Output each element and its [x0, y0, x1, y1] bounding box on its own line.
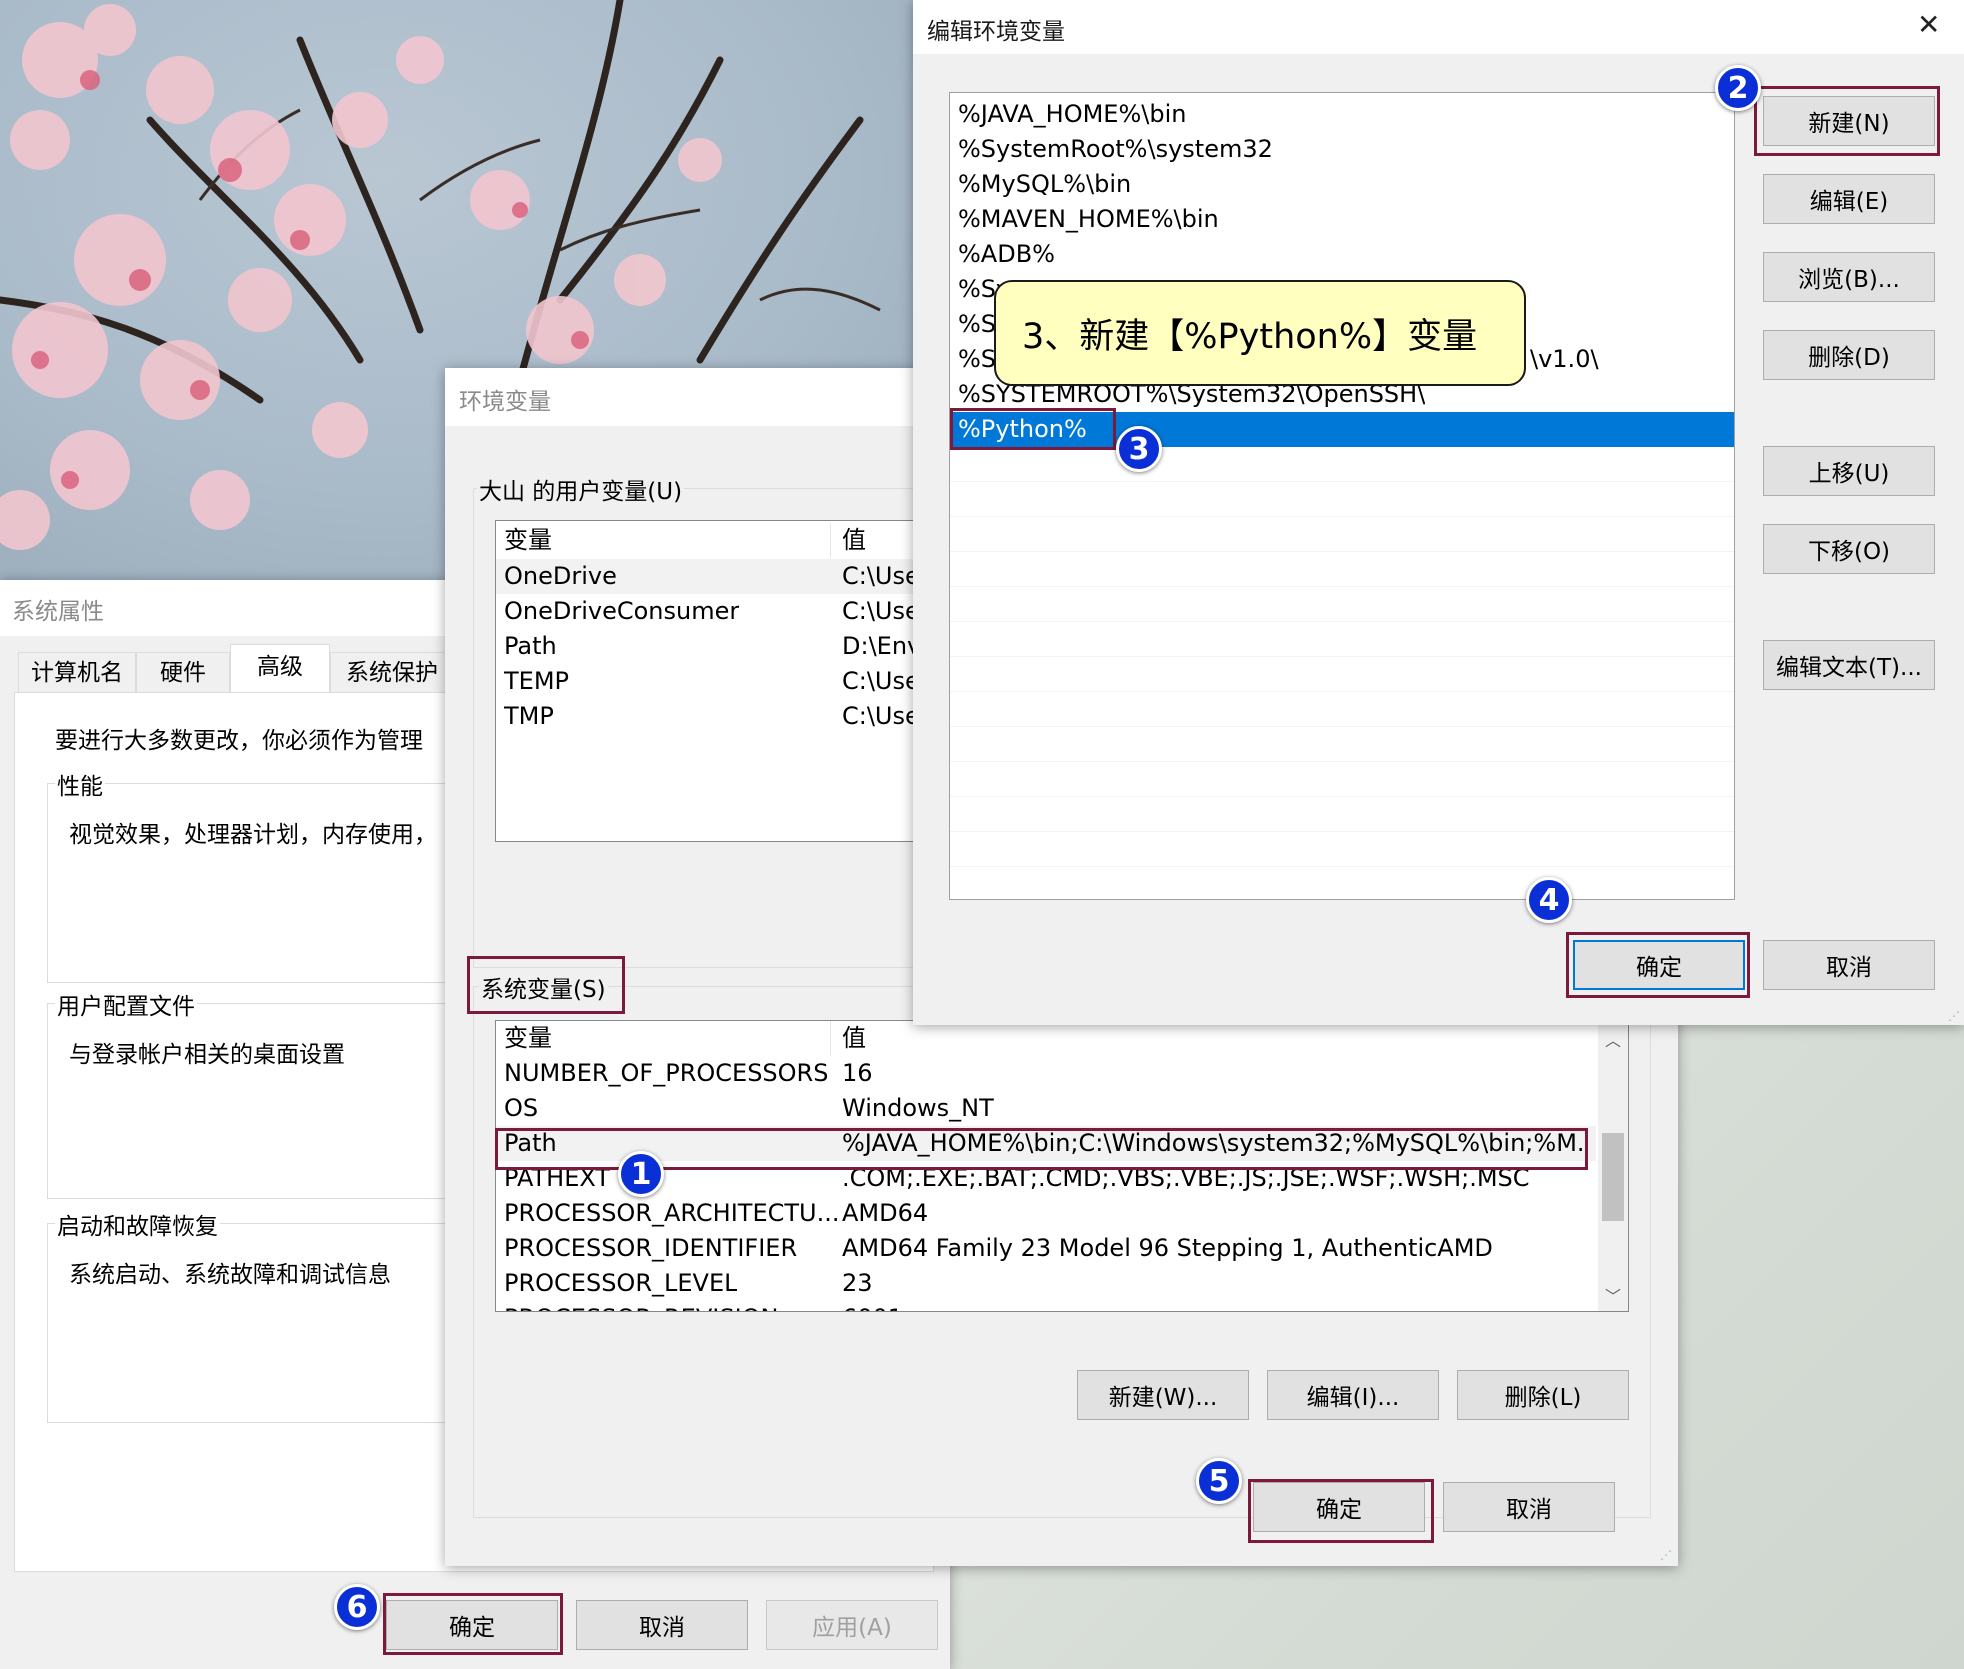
performance-title: 性能 — [55, 767, 105, 801]
close-icon[interactable]: ✕ — [1917, 8, 1940, 41]
column-divider — [830, 523, 831, 558]
move-up-button[interactable]: 上移(U) — [1763, 446, 1935, 496]
table-row[interactable]: PROCESSOR_REVISION 6001 — [496, 1301, 1596, 1311]
step-badge-1: 1 — [618, 1151, 664, 1197]
user-profile-desc: 与登录帐户相关的桌面设置 — [69, 1042, 345, 1068]
cancel-button[interactable]: 取消 — [1443, 1482, 1615, 1532]
window-title: 系统属性 — [12, 599, 104, 625]
apply-button[interactable]: 应用(A) — [766, 1600, 938, 1650]
path-entry: %ADB% — [958, 240, 1055, 268]
user-profile-title: 用户配置文件 — [55, 987, 197, 1021]
path-entry: %JAVA_HOME%\bin — [958, 100, 1187, 128]
column-header-variable[interactable]: 变量 — [504, 523, 552, 558]
variable-value: C:\Use — [842, 702, 920, 730]
table-row[interactable]: PROCESSOR_ARCHITECTU... AMD64 — [496, 1196, 1596, 1231]
list-item[interactable]: %SystemRoot%\system32 — [950, 132, 1734, 167]
variable-value: D:\Env — [842, 632, 922, 660]
step-badge-2: 2 — [1715, 65, 1761, 111]
highlight-box-python-entry — [950, 408, 1116, 450]
path-entry: %MAVEN_HOME%\bin — [958, 205, 1219, 233]
scroll-down-icon[interactable]: ﹀ — [1605, 1283, 1621, 1307]
variable-value: AMD64 Family 23 Model 96 Stepping 1, Aut… — [842, 1234, 1493, 1262]
variable-value: AMD64 — [842, 1199, 929, 1227]
title-bar: 编辑环境变量 ✕ — [913, 0, 1964, 54]
variable-name: PROCESSOR_ARCHITECTU... — [504, 1199, 840, 1227]
highlight-box-ok-5 — [1248, 1479, 1434, 1543]
window-title: 编辑环境变量 — [927, 19, 1065, 45]
path-entries-list[interactable]: %JAVA_HOME%\bin %SystemRoot%\system32 %M… — [949, 92, 1735, 900]
performance-desc: 视觉效果，处理器计划，内存使用， — [69, 822, 437, 848]
table-row[interactable]: PROCESSOR_LEVEL 23 — [496, 1266, 1596, 1301]
column-header-value[interactable]: 值 — [842, 523, 866, 558]
delete-variable-button[interactable]: 删除(L) — [1457, 1370, 1629, 1420]
cancel-button[interactable]: 取消 — [576, 1600, 748, 1650]
column-header-variable[interactable]: 变量 — [504, 1021, 552, 1056]
variable-name: OneDriveConsumer — [504, 597, 740, 625]
highlight-box-system-vars — [467, 956, 625, 1014]
variable-name: PROCESSOR_REVISION — [504, 1301, 779, 1311]
highlight-box-ok-6 — [383, 1593, 563, 1655]
window-title: 环境变量 — [459, 389, 551, 415]
table-row[interactable]: OS Windows_NT — [496, 1091, 1596, 1126]
step-badge-5: 5 — [1196, 1458, 1242, 1504]
variable-value: 16 — [842, 1059, 873, 1087]
list-header: 变量 值 — [496, 1021, 1628, 1056]
scroll-up-icon[interactable]: ︿ — [1605, 1027, 1621, 1051]
list-item[interactable]: %MAVEN_HOME%\bin — [950, 202, 1734, 237]
variable-name: Path — [504, 632, 557, 660]
variable-name: OS — [504, 1094, 539, 1122]
browse-button[interactable]: 浏览(B)... — [1763, 252, 1935, 302]
startup-recovery-desc: 系统启动、系统故障和调试信息 — [69, 1262, 391, 1288]
table-row[interactable]: NUMBER_OF_PROCESSORS 16 — [496, 1056, 1596, 1091]
tab-advanced[interactable]: 高级 — [230, 644, 330, 694]
resize-grip-icon[interactable]: ⋰ — [1948, 1009, 1960, 1023]
step-badge-6: 6 — [334, 1584, 380, 1630]
vertical-scrollbar[interactable]: ︿ ﹀ — [1598, 1021, 1628, 1311]
variable-name: NUMBER_OF_PROCESSORS — [504, 1059, 829, 1087]
list-item[interactable]: %JAVA_HOME%\bin — [950, 97, 1734, 132]
cancel-button[interactable]: 取消 — [1763, 940, 1935, 990]
column-divider — [830, 1021, 831, 1056]
tab-computer-name[interactable]: 计算机名 — [18, 652, 136, 692]
variable-value: 6001 — [842, 1301, 903, 1311]
path-entry: %MySQL%\bin — [958, 170, 1132, 198]
list-item[interactable]: %MySQL%\bin — [950, 167, 1734, 202]
highlight-box-ok-4 — [1566, 932, 1750, 998]
delete-entry-button[interactable]: 删除(D) — [1763, 330, 1935, 380]
move-down-button[interactable]: 下移(O) — [1763, 524, 1935, 574]
variable-value: Windows_NT — [842, 1094, 994, 1122]
edit-variable-button[interactable]: 编辑(I)... — [1267, 1370, 1439, 1420]
step-badge-3: 3 — [1116, 426, 1162, 472]
highlight-box-new — [1754, 86, 1940, 156]
variable-name: PROCESSOR_IDENTIFIER — [504, 1234, 798, 1262]
list-item[interactable]: %ADB% — [950, 237, 1734, 272]
tab-hardware[interactable]: 硬件 — [136, 652, 230, 692]
tab-system-protection[interactable]: 系统保护 — [330, 652, 454, 692]
variable-value: 23 — [842, 1269, 873, 1297]
edit-entry-button[interactable]: 编辑(E) — [1763, 174, 1935, 224]
edit-text-button[interactable]: 编辑文本(T)... — [1763, 640, 1935, 690]
step-badge-4: 4 — [1526, 877, 1572, 923]
callout-note: 3、新建【%Python%】变量 — [994, 280, 1526, 386]
resize-grip-icon[interactable]: ⋰ — [1660, 1548, 1672, 1562]
scrollbar-thumb[interactable] — [1602, 1133, 1624, 1221]
path-entry-tail: \v1.0\ — [1530, 345, 1599, 373]
admin-note: 要进行大多数更改，你必须作为管理 — [55, 728, 423, 754]
startup-recovery-title: 启动和故障恢复 — [55, 1207, 220, 1241]
variable-name: TEMP — [504, 667, 570, 695]
list-lines — [950, 447, 1734, 897]
variable-value: C:\Use — [842, 597, 920, 625]
callout-text: 3、新建【%Python%】变量 — [1022, 316, 1478, 357]
column-header-value[interactable]: 值 — [842, 1021, 866, 1056]
path-entry: %SystemRoot%\system32 — [958, 135, 1273, 163]
variable-name: PROCESSOR_LEVEL — [504, 1269, 738, 1297]
new-variable-button[interactable]: 新建(W)... — [1077, 1370, 1249, 1420]
variable-name: TMP — [504, 702, 554, 730]
user-variables-title: 大山 的用户变量(U) — [477, 472, 685, 506]
variable-value: C:\Use — [842, 562, 920, 590]
variable-value: C:\Use — [842, 667, 920, 695]
variable-name: OneDrive — [504, 562, 617, 590]
table-row[interactable]: PROCESSOR_IDENTIFIER AMD64 Family 23 Mod… — [496, 1231, 1596, 1266]
